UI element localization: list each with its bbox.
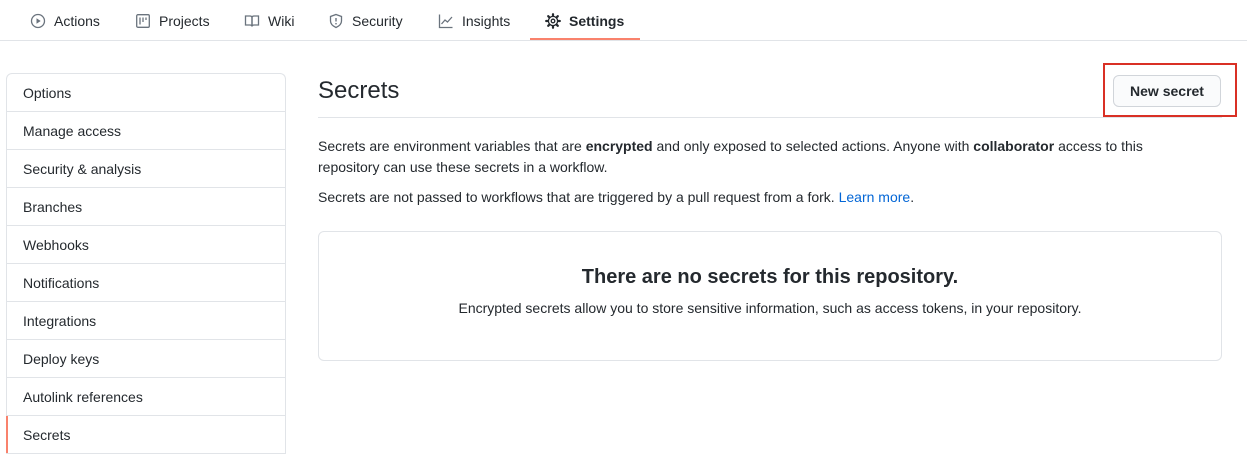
sidebar-item-label: Options bbox=[23, 85, 72, 101]
sidebar-item-autolink-references[interactable]: Autolink references bbox=[7, 378, 285, 416]
description-bold-encrypted: encrypted bbox=[585, 138, 653, 154]
sidebar-item-label: Manage access bbox=[23, 123, 122, 139]
tab-label: Settings bbox=[569, 12, 625, 29]
empty-state-heading: There are no secrets for this repository… bbox=[581, 266, 959, 288]
sidebar-item-secrets[interactable]: Secrets bbox=[6, 416, 285, 454]
sidebar-item-options[interactable]: Options bbox=[7, 74, 285, 112]
description-text: and only exposed to selected actions. An… bbox=[652, 138, 974, 154]
sidebar-item-webhooks[interactable]: Webhooks bbox=[7, 226, 285, 264]
new-secret-button[interactable]: New secret bbox=[1113, 75, 1221, 107]
tab-label: Insights bbox=[462, 12, 511, 29]
sidebar-item-label: Autolink references bbox=[23, 389, 143, 405]
secrets-description: Secrets are environment variables that a… bbox=[318, 136, 1198, 178]
sidebar-item-security-analysis[interactable]: Security & analysis bbox=[7, 150, 285, 188]
book-icon bbox=[244, 13, 260, 29]
tab-security[interactable]: Security bbox=[328, 0, 403, 41]
settings-sidebar: Options Manage access Security & analysi… bbox=[6, 73, 286, 454]
description-bold-collaborator: collaborator bbox=[973, 138, 1055, 154]
secrets-panel: Secrets New secret Secrets are environme… bbox=[318, 60, 1237, 361]
sidebar-item-label: Webhooks bbox=[23, 237, 89, 253]
tab-label: Actions bbox=[54, 12, 100, 29]
selected-tab-indicator bbox=[530, 38, 640, 40]
sidebar-item-label: Security & analysis bbox=[23, 161, 142, 177]
sidebar-item-branches[interactable]: Branches bbox=[7, 188, 285, 226]
page-title: Secrets bbox=[318, 77, 400, 104]
play-icon bbox=[30, 13, 46, 29]
sidebar-item-label: Integrations bbox=[23, 313, 97, 329]
fork-note: Secrets are not passed to workflows that… bbox=[318, 187, 914, 208]
shield-icon bbox=[328, 13, 344, 29]
sidebar-item-integrations[interactable]: Integrations bbox=[7, 302, 285, 340]
gear-icon bbox=[545, 12, 561, 29]
repo-tab-nav: Actions Projects Wiki Security Insights … bbox=[0, 0, 1247, 41]
empty-state: There are no secrets for this repository… bbox=[318, 231, 1222, 361]
tab-actions[interactable]: Actions bbox=[30, 0, 100, 41]
sidebar-item-notifications[interactable]: Notifications bbox=[7, 264, 285, 302]
tab-label: Security bbox=[352, 12, 403, 29]
tab-wiki[interactable]: Wiki bbox=[244, 0, 294, 41]
sidebar-item-label: Notifications bbox=[23, 275, 100, 291]
sidebar-item-deploy-keys[interactable]: Deploy keys bbox=[7, 340, 285, 378]
graph-icon bbox=[438, 13, 454, 29]
sidebar-item-label: Deploy keys bbox=[23, 351, 100, 367]
sidebar-item-label: Branches bbox=[23, 199, 83, 215]
tab-insights[interactable]: Insights bbox=[438, 0, 510, 41]
fork-note-period: . bbox=[910, 189, 915, 205]
sidebar-item-manage-access[interactable]: Manage access bbox=[7, 112, 285, 150]
tab-label: Wiki bbox=[268, 12, 295, 29]
description-text: Secrets are environment variables that a… bbox=[318, 138, 586, 154]
fork-note-text: Secrets are not passed to workflows that… bbox=[318, 189, 839, 205]
project-icon bbox=[135, 13, 151, 29]
learn-more-link[interactable]: Learn more bbox=[839, 189, 911, 205]
tab-projects[interactable]: Projects bbox=[135, 0, 210, 41]
tab-label: Projects bbox=[159, 12, 210, 29]
tab-settings[interactable]: Settings bbox=[545, 0, 624, 41]
subhead: Secrets New secret bbox=[318, 60, 1237, 118]
sidebar-item-label: Secrets bbox=[23, 427, 71, 443]
empty-state-text: Encrypted secrets allow you to store sen… bbox=[458, 300, 1082, 316]
